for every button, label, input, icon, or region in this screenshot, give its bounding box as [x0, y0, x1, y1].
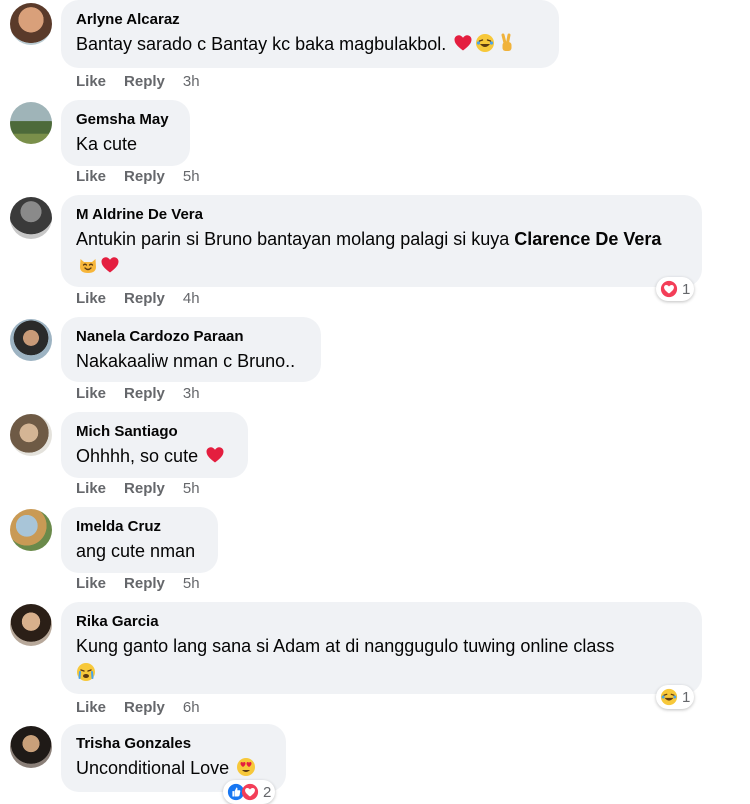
avatar[interactable] — [10, 604, 52, 646]
comment-actions: Like Reply 5h — [76, 480, 200, 498]
comment-bubble: Mich Santiago Ohhhh, so cute — [61, 412, 248, 478]
comment-actions: Like Reply 3h — [76, 385, 200, 403]
comment-text-content: Antukin parin si Bruno bantayan molang p… — [76, 229, 515, 249]
comment-bubble: M Aldrine De Vera Antukin parin si Bruno… — [61, 195, 702, 287]
comment-actions: Like Reply 5h — [76, 575, 200, 593]
comment-text: Ohhhh, so cute — [76, 443, 233, 470]
comment-text-content: Kung ganto lang sana si Adam at di nangg… — [76, 636, 615, 656]
comment-author[interactable]: Imelda Cruz — [76, 516, 203, 538]
avatar[interactable] — [10, 509, 52, 551]
comment-time[interactable]: 4h — [183, 290, 200, 308]
comment-time[interactable]: 3h — [183, 385, 200, 403]
comment-text-content: Unconditional Love — [76, 758, 230, 778]
comment-text-content: Bantay sarado c Bantay kc baka magbulakb… — [76, 34, 447, 54]
reaction-count: 1 — [682, 688, 691, 706]
reply-button[interactable]: Reply — [124, 73, 165, 91]
like-button[interactable]: Like — [76, 575, 106, 593]
laughing-emoji-icon — [475, 33, 495, 53]
reaction-count: 2 — [263, 783, 272, 801]
comment-actions: Like Reply 5h — [76, 168, 200, 186]
comment-time[interactable]: 3h — [183, 73, 200, 91]
heart-eyes-icon — [236, 757, 256, 777]
comment-time[interactable]: 5h — [183, 168, 200, 186]
comment-text: Nakakaaliw nman c Bruno.. — [76, 351, 296, 371]
avatar[interactable] — [10, 414, 52, 456]
reaction-summary[interactable]: 1 — [656, 685, 695, 709]
comment-author[interactable]: Nanela Cardozo Paraan — [76, 326, 306, 348]
reaction-summary[interactable]: 1 — [656, 277, 695, 301]
comment-text: Unconditional Love — [76, 755, 271, 782]
like-button[interactable]: Like — [76, 699, 106, 717]
reply-button[interactable]: Reply — [124, 699, 165, 717]
reply-button[interactable]: Reply — [124, 290, 165, 308]
like-button[interactable]: Like — [76, 385, 106, 403]
comment-actions: Like Reply 3h — [76, 73, 200, 91]
reply-button[interactable]: Reply — [124, 480, 165, 498]
comment-time[interactable]: 6h — [183, 699, 200, 717]
reply-button[interactable]: Reply — [124, 168, 165, 186]
comment-actions: Like Reply 4h — [76, 290, 200, 308]
crying-laughing-icon — [76, 662, 96, 682]
comment-author[interactable]: Arlyne Alcaraz — [76, 9, 544, 31]
avatar[interactable] — [10, 197, 52, 239]
smiling-cat-icon — [78, 255, 98, 275]
like-button[interactable]: Like — [76, 168, 106, 186]
comment-author[interactable]: Gemsha May — [76, 109, 175, 131]
like-button[interactable]: Like — [76, 480, 106, 498]
comment-bubble: Nanela Cardozo Paraan Nakakaaliw nman c … — [61, 317, 321, 382]
comment-text: Kung ganto lang sana si Adam at di nangg… — [76, 633, 687, 687]
comment-author[interactable]: Rika Garcia — [76, 611, 687, 633]
heart-icon — [453, 33, 473, 53]
comment-text: Bantay sarado c Bantay kc baka magbulakb… — [76, 31, 544, 58]
love-reaction-icon — [241, 783, 259, 801]
comment-bubble: Gemsha May Ka cute — [61, 100, 190, 166]
comment-bubble: Arlyne Alcaraz Bantay sarado c Bantay kc… — [61, 0, 559, 68]
victory-hand-icon — [497, 33, 517, 53]
reaction-count: 1 — [682, 280, 691, 298]
like-button[interactable]: Like — [76, 73, 106, 91]
comment-text: ang cute nman — [76, 541, 196, 561]
comment-author[interactable]: Mich Santiago — [76, 421, 233, 443]
reply-button[interactable]: Reply — [124, 385, 165, 403]
comment-author[interactable]: Trisha Gonzales — [76, 733, 271, 755]
comment-text: Antukin parin si Bruno bantayan molang p… — [76, 226, 687, 280]
heart-icon — [205, 445, 225, 465]
heart-icon — [100, 255, 120, 275]
comment-bubble: Imelda Cruz ang cute nman — [61, 507, 218, 573]
comment-actions: Like Reply 6h — [76, 699, 200, 717]
comment-author[interactable]: M Aldrine De Vera — [76, 204, 687, 226]
avatar[interactable] — [10, 102, 52, 144]
comment-bubble: Rika Garcia Kung ganto lang sana si Adam… — [61, 602, 702, 694]
like-button[interactable]: Like — [76, 290, 106, 308]
avatar[interactable] — [10, 319, 52, 361]
comment-time[interactable]: 5h — [183, 480, 200, 498]
comment-text: Ka cute — [76, 134, 138, 154]
avatar[interactable] — [10, 726, 52, 768]
mention-link[interactable]: Clarence De Vera — [514, 229, 661, 249]
reaction-summary[interactable]: 2 — [223, 780, 276, 804]
comment-text-content: Ohhhh, so cute — [76, 446, 199, 466]
love-reaction-icon — [660, 280, 678, 298]
avatar[interactable] — [10, 3, 52, 45]
reply-button[interactable]: Reply — [124, 575, 165, 593]
haha-reaction-icon — [660, 688, 678, 706]
comment-time[interactable]: 5h — [183, 575, 200, 593]
